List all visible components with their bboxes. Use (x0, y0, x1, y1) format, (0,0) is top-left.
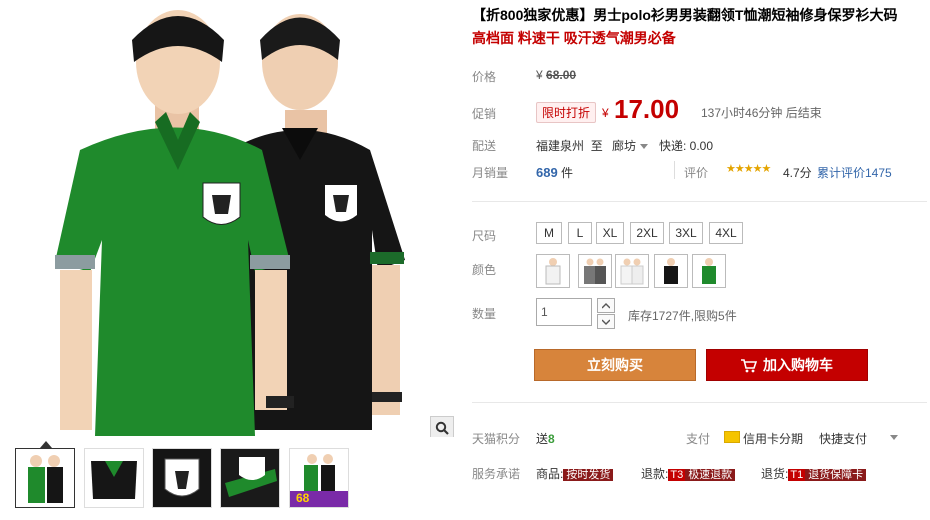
size-option-4xl[interactable]: 4XL (709, 222, 743, 244)
service-prefix: 退货: (761, 467, 789, 481)
magnifier-icon (435, 421, 449, 435)
color-swatch-white[interactable] (536, 254, 570, 288)
shipping-fee: 快递: 0.00 (659, 139, 714, 153)
service-prefix: 商品: (536, 467, 564, 481)
credit-card-icon (724, 431, 740, 443)
size-option-xl[interactable]: XL (596, 222, 624, 244)
color-swatch-gray[interactable] (578, 254, 612, 288)
thumb-two-models-icon (16, 449, 74, 507)
quantity-label: 数量 (472, 307, 497, 321)
yen-symbol: ¥ (536, 68, 543, 82)
color-swatch-green[interactable] (692, 254, 726, 288)
promo-label: 促销 (472, 107, 497, 121)
ship-from: 福建泉州 至 (536, 137, 603, 154)
add-to-cart-label: 加入购物车 (763, 357, 833, 373)
divider (674, 161, 675, 179)
credit-installment-option[interactable]: 信用卡分期 (743, 430, 803, 447)
divider (472, 201, 927, 202)
price-label: 价格 (472, 70, 497, 84)
buy-now-button[interactable]: 立刻购买 (534, 349, 696, 381)
promo-yen-symbol: ¥ (602, 106, 609, 120)
green-shirt-icon (702, 258, 716, 284)
service-label: 服务承诺 (472, 467, 521, 481)
points-prefix: 送 (536, 432, 549, 446)
product-title: 【折800独家优惠】男士polo衫男男装翻领T恤潮短袖修身保罗衫大码 (472, 7, 898, 23)
selected-thumb-indicator (40, 441, 52, 448)
size-option-3xl[interactable]: 3XL (669, 222, 703, 244)
main-product-image[interactable] (0, 0, 455, 437)
size-option-2xl[interactable]: 2XL (630, 222, 664, 244)
return-guarantee-tag: 退货保障卡 (805, 469, 867, 481)
promo-price: 17.00 (614, 94, 680, 124)
monthly-sales-label: 月销量 (472, 166, 509, 180)
size-label: 尺码 (472, 229, 497, 243)
chevron-down-icon[interactable] (890, 435, 898, 440)
delivery-label: 配送 (472, 139, 497, 153)
stock-info: 库存1727件,限购5件 (628, 309, 737, 323)
promo-tag: 限时打折 (536, 102, 597, 123)
product-photo (55, 10, 405, 436)
rating-score: 4.7分 (783, 166, 812, 180)
cart-icon (741, 359, 757, 373)
quantity-decrease-button[interactable] (597, 314, 615, 329)
points-value: 送8 (536, 430, 555, 447)
color-swatch-white-pair[interactable] (615, 254, 649, 288)
ship-origin: 福建泉州 (536, 139, 585, 153)
points-label: 天猫积分 (472, 432, 521, 446)
service-return-guarantee[interactable]: 退货: T1 退货保障卡 (761, 465, 867, 482)
t3-badge: T3 (668, 469, 686, 481)
color-label: 颜色 (472, 263, 497, 277)
product-subtitle: 高档面 料速干 吸汗透气潮男必备 (472, 30, 676, 46)
model-green-shirt (55, 10, 294, 436)
color-swatch-black[interactable] (654, 254, 688, 288)
ship-to-word: 至 (590, 139, 603, 153)
thumbnail-5[interactable]: 68 (289, 448, 349, 508)
zoom-button[interactable] (430, 416, 454, 437)
divider (472, 402, 927, 403)
promo-countdown: 137小时46分钟 后结束 (701, 106, 822, 120)
thumb-badge-icon (153, 449, 211, 507)
white-pair-icon (620, 258, 644, 285)
thumbnail-4[interactable] (220, 448, 280, 508)
chevron-down-icon (602, 319, 610, 325)
fast-refund-tag: 极速退款 (685, 469, 736, 481)
t1-badge: T1 (788, 469, 806, 481)
thumbnail-strip: 68 (0, 440, 455, 520)
add-to-cart-button[interactable]: 加入购物车 (706, 349, 868, 381)
monthly-sales-unit: 件 (561, 166, 574, 180)
rating-label: 评价 (684, 166, 709, 180)
white-shirt-icon (545, 258, 561, 285)
size-option-l[interactable]: L (568, 222, 592, 244)
product-info-panel: 【折800独家优惠】男士polo衫男男装翻领T恤潮短袖修身保罗衫大码 高档面 料… (460, 0, 930, 520)
quantity-input[interactable] (536, 298, 592, 326)
monthly-sales: 689 件 (536, 164, 573, 181)
payment-label: 支付 (686, 432, 711, 446)
points-amount: 8 (548, 432, 555, 446)
service-ontime-delivery[interactable]: 商品: 按时发货 (536, 465, 614, 482)
ontime-tag: 按时发货 (563, 469, 614, 481)
rating-stars-icon: ★★★★★ (726, 163, 771, 175)
thumbnail-1[interactable] (15, 448, 75, 508)
gray-shirts-icon (584, 258, 606, 284)
chevron-up-icon (602, 302, 610, 308)
review-count-link[interactable]: 累计评价1475 (817, 164, 892, 181)
destination-value: 廊坊 (612, 139, 637, 153)
thumb-price-badge: 68 (296, 491, 310, 505)
service-prefix: 退款: (641, 467, 669, 481)
service-fast-refund[interactable]: 退款: T3 极速退款 (641, 465, 736, 482)
thumbnail-3[interactable] (152, 448, 212, 508)
quick-pay-option[interactable]: 快捷支付 (819, 430, 867, 447)
thumb-black-collar-icon (85, 449, 143, 507)
destination-select[interactable]: 廊坊 (612, 137, 649, 154)
monthly-sales-count: 689 (536, 165, 558, 180)
thumb-sleeve-icon (221, 449, 279, 507)
original-price: ¥ 68.00 (536, 68, 576, 82)
size-option-m[interactable]: M (536, 222, 562, 244)
chevron-down-icon (640, 144, 649, 150)
black-shirt-icon (664, 258, 678, 284)
thumbnail-2[interactable] (84, 448, 144, 508)
original-price-value: 68.00 (546, 68, 577, 82)
quantity-increase-button[interactable] (597, 298, 615, 313)
